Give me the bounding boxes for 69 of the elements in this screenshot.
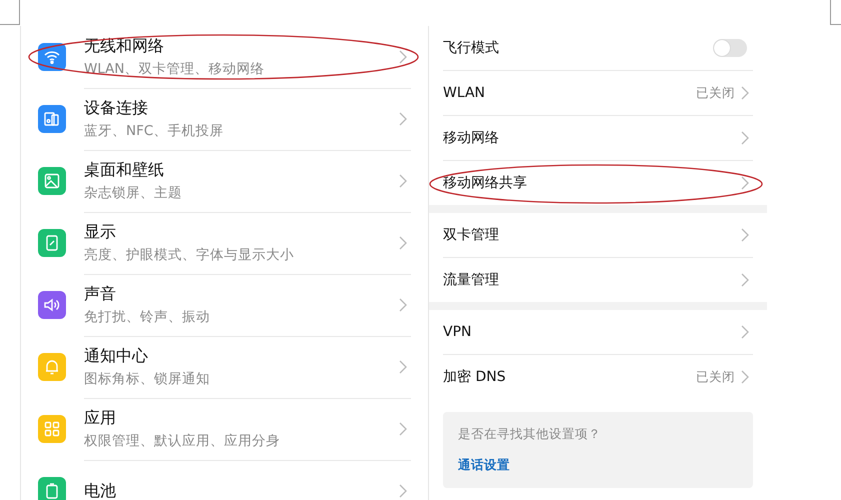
category-subtitle: 权限管理、默认应用、应用分身 bbox=[84, 432, 281, 450]
settings-category[interactable]: 桌面和壁纸 杂志锁屏、主题 bbox=[21, 150, 411, 212]
chevron-icon bbox=[741, 176, 749, 190]
category-subtitle: 免打扰、铃声、振动 bbox=[84, 308, 211, 326]
grid-icon bbox=[44, 421, 60, 437]
settings-category[interactable]: 显示 亮度、护眼模式、字体与显示大小 bbox=[21, 212, 411, 274]
settings-row[interactable]: 加密 DNS 已关闭 bbox=[443, 355, 753, 399]
row-label: 双卡管理 bbox=[443, 226, 500, 244]
settings-row[interactable]: VPN bbox=[443, 310, 753, 355]
speaker-icon bbox=[44, 298, 60, 312]
row-label: 飞行模式 bbox=[443, 39, 500, 57]
chevron-icon bbox=[399, 484, 407, 498]
settings-row[interactable]: 双卡管理 bbox=[443, 213, 753, 258]
row-label: 移动网络 bbox=[443, 129, 500, 147]
settings-category[interactable]: 通知中心 图标角标、锁屏通知 bbox=[21, 336, 411, 398]
chevron-icon bbox=[399, 236, 407, 250]
settings-row[interactable]: 移动网络共享 bbox=[443, 161, 753, 205]
category-title: 应用 bbox=[84, 408, 117, 428]
chevron-icon bbox=[399, 50, 407, 64]
chevron-icon bbox=[741, 273, 749, 287]
settings-category[interactable]: 电池 bbox=[21, 460, 411, 500]
category-title: 设备连接 bbox=[84, 98, 149, 118]
battery-icon bbox=[46, 483, 58, 499]
settings-row[interactable]: 移动网络 bbox=[443, 116, 753, 161]
chevron-icon bbox=[399, 422, 407, 436]
suggestion-question: 是否在寻找其他设置项？ bbox=[458, 426, 602, 443]
category-subtitle: 杂志锁屏、主题 bbox=[84, 184, 183, 202]
settings-row[interactable]: 飞行模式 bbox=[443, 26, 753, 71]
settings-row[interactable]: 流量管理 bbox=[443, 258, 753, 302]
chevron-icon bbox=[399, 298, 407, 312]
settings-row[interactable]: WLAN 已关闭 bbox=[443, 71, 753, 116]
chevron-icon bbox=[741, 86, 749, 100]
crop-mark bbox=[830, 0, 841, 25]
category-subtitle: 图标角标、锁屏通知 bbox=[84, 370, 211, 388]
row-label: VPN bbox=[443, 324, 472, 340]
row-label: WLAN bbox=[443, 85, 486, 101]
settings-category[interactable]: 设备连接 蓝牙、NFC、手机投屏 bbox=[21, 88, 411, 150]
call-settings-link[interactable]: 通话设置 bbox=[458, 457, 510, 474]
category-subtitle: 蓝牙、NFC、手机投屏 bbox=[84, 122, 224, 140]
row-value: 已关闭 bbox=[696, 84, 735, 102]
chevron-icon bbox=[741, 370, 749, 384]
settings-category[interactable]: 声音 免打扰、铃声、振动 bbox=[21, 274, 411, 336]
chevron-icon bbox=[741, 131, 749, 145]
row-label: 加密 DNS bbox=[443, 368, 507, 386]
category-title: 电池 bbox=[84, 480, 117, 500]
category-title: 通知中心 bbox=[84, 346, 149, 366]
category-title: 显示 bbox=[84, 222, 117, 242]
devices-icon bbox=[44, 111, 60, 127]
crop-mark bbox=[0, 0, 20, 25]
settings-category[interactable]: 无线和网络 WLAN、双卡管理、移动网络 bbox=[21, 26, 411, 88]
settings-category[interactable]: 应用 权限管理、默认应用、应用分身 bbox=[21, 398, 411, 460]
category-title: 桌面和壁纸 bbox=[84, 160, 165, 180]
picture-icon bbox=[44, 173, 60, 189]
chevron-icon bbox=[399, 112, 407, 126]
category-subtitle: WLAN、双卡管理、移动网络 bbox=[84, 60, 266, 78]
row-label: 移动网络共享 bbox=[443, 174, 528, 192]
chevron-icon bbox=[741, 228, 749, 242]
chevron-icon bbox=[399, 174, 407, 188]
toggle-switch[interactable] bbox=[713, 39, 747, 57]
chevron-icon bbox=[741, 325, 749, 339]
row-value: 已关闭 bbox=[696, 368, 735, 386]
category-subtitle: 亮度、护眼模式、字体与显示大小 bbox=[84, 246, 295, 264]
category-title: 无线和网络 bbox=[84, 36, 165, 56]
category-title: 声音 bbox=[84, 284, 117, 304]
bell-icon bbox=[45, 359, 59, 375]
chevron-icon bbox=[399, 360, 407, 374]
phone-icon bbox=[46, 235, 58, 251]
wifi-icon bbox=[44, 50, 60, 64]
row-label: 流量管理 bbox=[443, 271, 500, 289]
